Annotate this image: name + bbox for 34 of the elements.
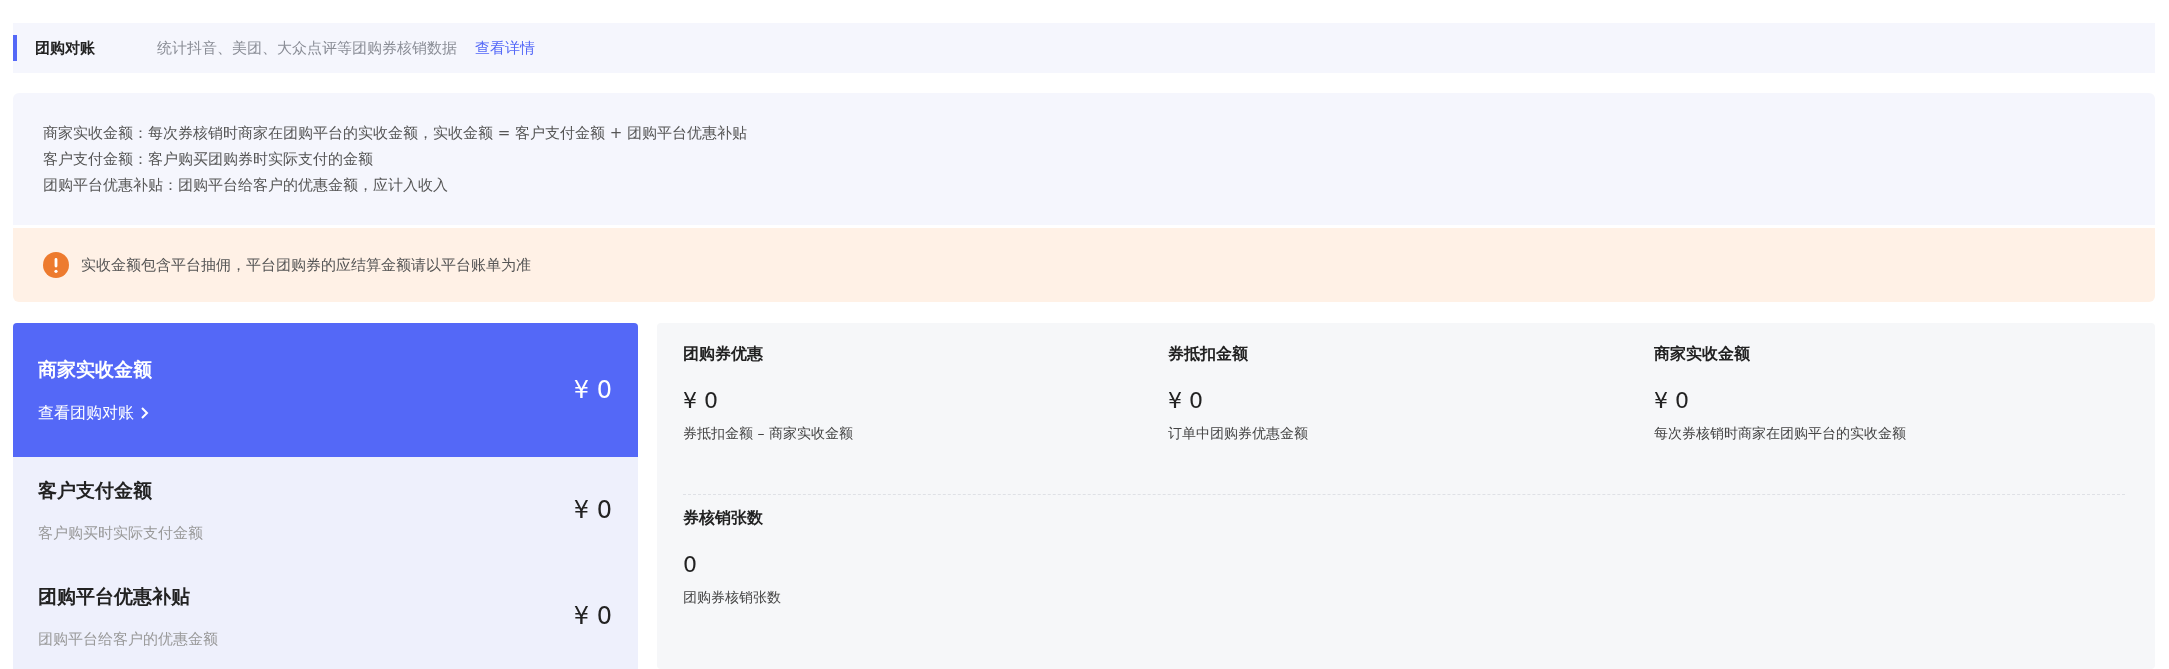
stat-value: ¥ 0 — [1654, 388, 1690, 413]
page-title: 团购对账 — [35, 38, 96, 58]
stat-description: 订单中团购券优惠金额 — [1168, 425, 1309, 443]
stat-value: 0 — [683, 552, 698, 577]
summary-row[interactable]: 商家实收金额 查看团购对账 ¥ 0 — [13, 323, 638, 457]
stat-description: 每次券核销时商家在团购平台的实收金额 — [1654, 425, 1907, 443]
summary-title: 商家实收金额 — [38, 356, 152, 382]
summary-title: 客户支付金额 — [38, 477, 153, 503]
stat-value: ¥ 0 — [683, 388, 719, 413]
stat-label: 商家实收金额 — [1654, 344, 1751, 365]
summary-title: 团购平台优惠补贴 — [38, 583, 191, 609]
warning-icon — [43, 252, 69, 278]
summary-subtitle: 客户购买时实际支付金额 — [38, 523, 203, 543]
stat-label: 券核销张数 — [683, 508, 764, 529]
definition-text: 团购平台优惠补贴：团购平台给客户的优惠金额，应计入收入 — [43, 175, 449, 196]
reconciliation-link[interactable]: 查看团购对账 — [38, 402, 152, 424]
stat-description: 团购券核销张数 — [683, 589, 782, 607]
definition-text: 客户支付金额：客户购买团购券时实际支付的金额 — [43, 149, 374, 170]
summary-subtitle: 团购平台给客户的优惠金额 — [38, 629, 218, 649]
summary-value: ¥ 0 — [573, 376, 612, 404]
warning-text: 实收金额包含平台抽佣，平台团购券的应结算金额请以平台账单为准 — [81, 255, 531, 275]
stat-value: ¥ 0 — [1168, 388, 1204, 413]
stat-label: 团购券优惠 — [683, 344, 764, 365]
summary-row[interactable]: 团购平台优惠补贴 团购平台给客户的优惠金额 ¥ 0 — [13, 563, 638, 669]
accent-bar — [13, 35, 17, 61]
stat-description: 券抵扣金额 – 商家实收金额 — [683, 425, 854, 443]
summary-row[interactable]: 客户支付金额 客户购买时实际支付金额 ¥ 0 — [13, 457, 638, 563]
page-description: 统计抖音、美团、大众点评等团购券核销数据 — [157, 38, 457, 58]
chevron-icon — [140, 406, 149, 420]
summary-value: ¥ 0 — [573, 602, 612, 630]
summary-value: ¥ 0 — [573, 496, 612, 524]
details-link[interactable]: 查看详情 — [475, 38, 535, 58]
definition-text: 商家实收金额：每次券核销时商家在团购平台的实收金额，实收金额 = 客户支付金额 + 团购平台优惠补贴 — [43, 123, 749, 144]
stat-label: 券抵扣金额 — [1168, 344, 1249, 365]
